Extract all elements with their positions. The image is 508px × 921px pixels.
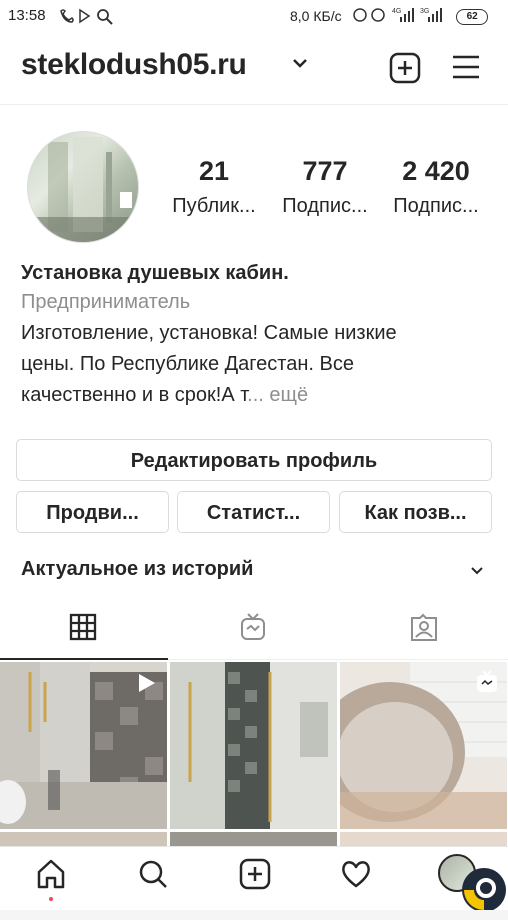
stat-posts-value: 21 bbox=[198, 156, 230, 186]
new-post-icon[interactable] bbox=[239, 858, 271, 895]
status-icons bbox=[58, 7, 118, 29]
highlights-title[interactable]: Актуальное из историй bbox=[21, 558, 253, 581]
stat-following-label: Подпис... bbox=[393, 195, 479, 217]
post-thumbnail[interactable] bbox=[170, 832, 337, 846]
post-thumbnail[interactable] bbox=[0, 832, 167, 846]
profile-category: Предприниматель bbox=[21, 291, 191, 313]
search-icon[interactable] bbox=[137, 858, 169, 895]
profile-name: Установка душевых кабин. bbox=[21, 262, 289, 284]
bio-more-link[interactable]: ещё bbox=[269, 384, 308, 406]
post-thumbnail[interactable] bbox=[340, 662, 507, 829]
system-nav-bar bbox=[0, 910, 508, 920]
svg-text:3G: 3G bbox=[420, 8, 429, 15]
profile-avatar[interactable] bbox=[27, 131, 139, 243]
status-right-icons: 4G 3G 62 bbox=[352, 6, 489, 25]
stat-following[interactable]: 2 420 Подпис... bbox=[386, 156, 486, 218]
stat-posts-label: Публик... bbox=[172, 195, 256, 217]
igtv-badge-icon bbox=[475, 670, 499, 699]
how-to-button[interactable]: Как позв... bbox=[339, 491, 492, 533]
new-post-icon[interactable] bbox=[389, 52, 421, 89]
svg-text:4G: 4G bbox=[392, 8, 401, 15]
active-tab-indicator bbox=[0, 658, 168, 660]
bio-ellipsis: ... bbox=[247, 384, 264, 406]
stat-followers[interactable]: 777 Подпис... bbox=[275, 156, 375, 218]
app-overlay-icon[interactable] bbox=[458, 864, 506, 916]
stat-posts[interactable]: 21 Публик... bbox=[164, 156, 264, 218]
post-thumbnail[interactable] bbox=[170, 662, 337, 829]
promote-button[interactable]: Продви... bbox=[16, 491, 169, 533]
stat-followers-label: Подпис... bbox=[282, 195, 368, 217]
status-bar: 13:58 8,0 КБ/с 4G 3G 62 bbox=[0, 0, 508, 32]
menu-icon[interactable] bbox=[452, 55, 480, 84]
stat-following-value: 2 420 bbox=[402, 156, 470, 186]
bio-line: Изготовление, установка! Самые низкие bbox=[21, 322, 397, 344]
bio-line: качественно и в срок!А т bbox=[21, 384, 248, 406]
stat-followers-value: 777 bbox=[302, 156, 348, 186]
video-play-icon bbox=[135, 672, 157, 699]
edit-profile-button[interactable]: Редактировать профиль bbox=[16, 439, 492, 481]
battery-indicator: 62 bbox=[456, 9, 489, 25]
home-icon[interactable] bbox=[35, 858, 67, 901]
header-divider bbox=[0, 104, 508, 105]
bio-line: цены. По Республике Дагестан. Все bbox=[21, 353, 354, 375]
status-time: 13:58 bbox=[8, 7, 46, 24]
profile-bio: Изготовление, установка! Самые низкие це… bbox=[21, 318, 461, 411]
post-thumbnail[interactable] bbox=[340, 832, 507, 846]
igtv-icon[interactable] bbox=[238, 612, 278, 646]
network-speed: 8,0 КБ/с bbox=[290, 8, 342, 24]
chevron-down-icon[interactable] bbox=[470, 563, 484, 581]
tagged-icon[interactable] bbox=[408, 612, 448, 646]
insights-button[interactable]: Статист... bbox=[177, 491, 330, 533]
heart-icon[interactable] bbox=[340, 858, 372, 895]
post-thumbnail[interactable] bbox=[0, 662, 167, 829]
grid-icon[interactable] bbox=[68, 612, 108, 646]
chevron-down-icon[interactable] bbox=[292, 56, 308, 74]
profile-username[interactable]: steklodush05.ru bbox=[21, 48, 247, 82]
